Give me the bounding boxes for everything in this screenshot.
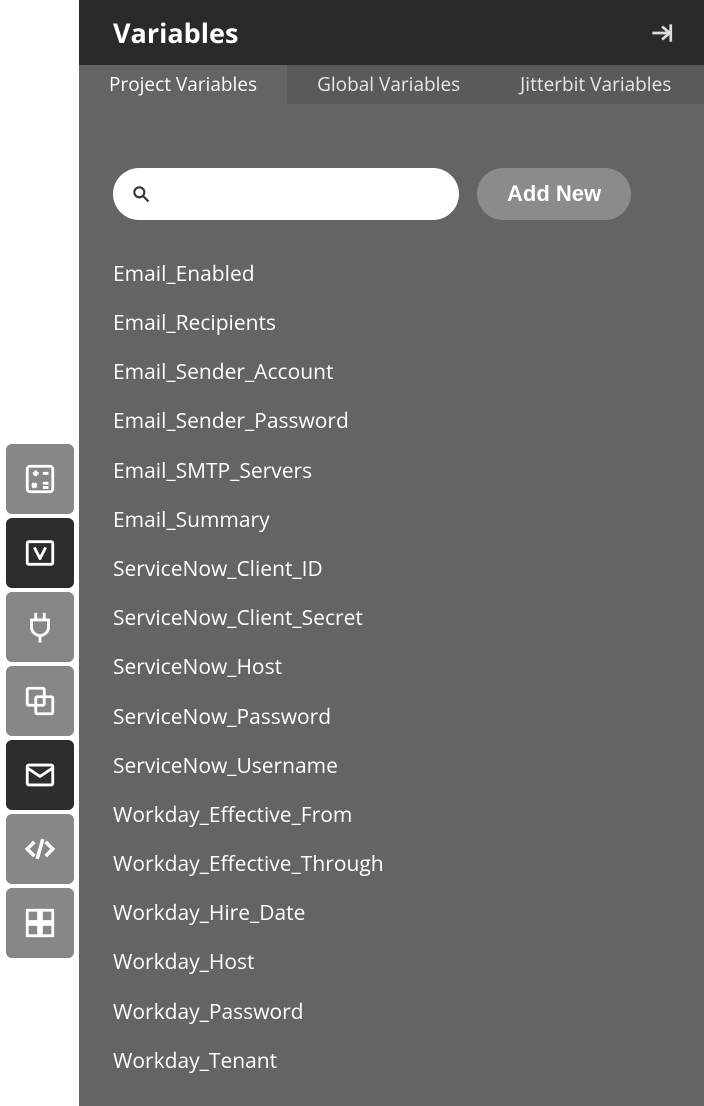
- link-icon: [23, 684, 57, 718]
- rail-plug[interactable]: [6, 592, 74, 662]
- variable-item[interactable]: Email_Summary: [113, 496, 670, 545]
- variable-item[interactable]: Email_SMTP_Servers: [113, 447, 670, 496]
- variable-item[interactable]: ServiceNow_Password: [113, 693, 670, 742]
- rail-link[interactable]: [6, 666, 74, 736]
- variable-item[interactable]: Workday_Effective_From: [113, 791, 670, 840]
- search-icon: [131, 184, 151, 204]
- variable-item[interactable]: ServiceNow_Host: [113, 643, 670, 692]
- variable-item[interactable]: Workday_Effective_Through: [113, 840, 670, 889]
- calculator-icon: [23, 462, 57, 496]
- variable-item[interactable]: ServiceNow_Client_ID: [113, 545, 670, 594]
- rail-code[interactable]: [6, 814, 74, 884]
- code-icon: [23, 832, 57, 866]
- variable-item[interactable]: Email_Recipients: [113, 299, 670, 348]
- mail-icon: [23, 758, 57, 792]
- variable-item[interactable]: Workday_Hire_Date: [113, 889, 670, 938]
- variable-item[interactable]: ServiceNow_Client_Secret: [113, 594, 670, 643]
- variable-item[interactable]: Workday_Host: [113, 938, 670, 987]
- tab-jitterbit-variables[interactable]: Jitterbit Variables: [490, 65, 701, 104]
- variables-icon: [23, 536, 57, 570]
- variable-item[interactable]: Email_Enabled: [113, 250, 670, 299]
- rail-dashboard[interactable]: [6, 888, 74, 958]
- variable-item[interactable]: Email_Sender_Account: [113, 348, 670, 397]
- add-new-button[interactable]: Add New: [477, 168, 631, 220]
- collapse-icon: [648, 20, 674, 46]
- variable-item[interactable]: Workday_Password: [113, 988, 670, 1037]
- rail-calculator[interactable]: [6, 444, 74, 514]
- search-box[interactable]: [113, 168, 459, 220]
- rail-mail[interactable]: [6, 740, 74, 810]
- controls-row: Add New: [79, 104, 704, 242]
- variable-list: Email_Enabled Email_Recipients Email_Sen…: [79, 242, 704, 1106]
- tabs: Project Variables Global Variables Jitte…: [79, 65, 704, 104]
- variable-item[interactable]: ServiceNow_Username: [113, 742, 670, 791]
- plug-icon: [23, 610, 57, 644]
- panel-title: Variables: [113, 14, 238, 51]
- rail-variables[interactable]: [6, 518, 74, 588]
- panel-header: Variables: [79, 0, 704, 65]
- tab-global-variables[interactable]: Global Variables: [287, 65, 490, 104]
- dashboard-icon: [23, 906, 57, 940]
- variable-item[interactable]: Email_Sender_Password: [113, 397, 670, 446]
- variables-panel: Variables Project Variables Global Varia…: [79, 0, 704, 1106]
- left-rail: [0, 0, 79, 1106]
- tab-project-variables[interactable]: Project Variables: [79, 65, 287, 104]
- collapse-panel-button[interactable]: [646, 18, 676, 48]
- search-input[interactable]: [163, 183, 441, 204]
- variable-item[interactable]: Workday_Tenant: [113, 1037, 670, 1086]
